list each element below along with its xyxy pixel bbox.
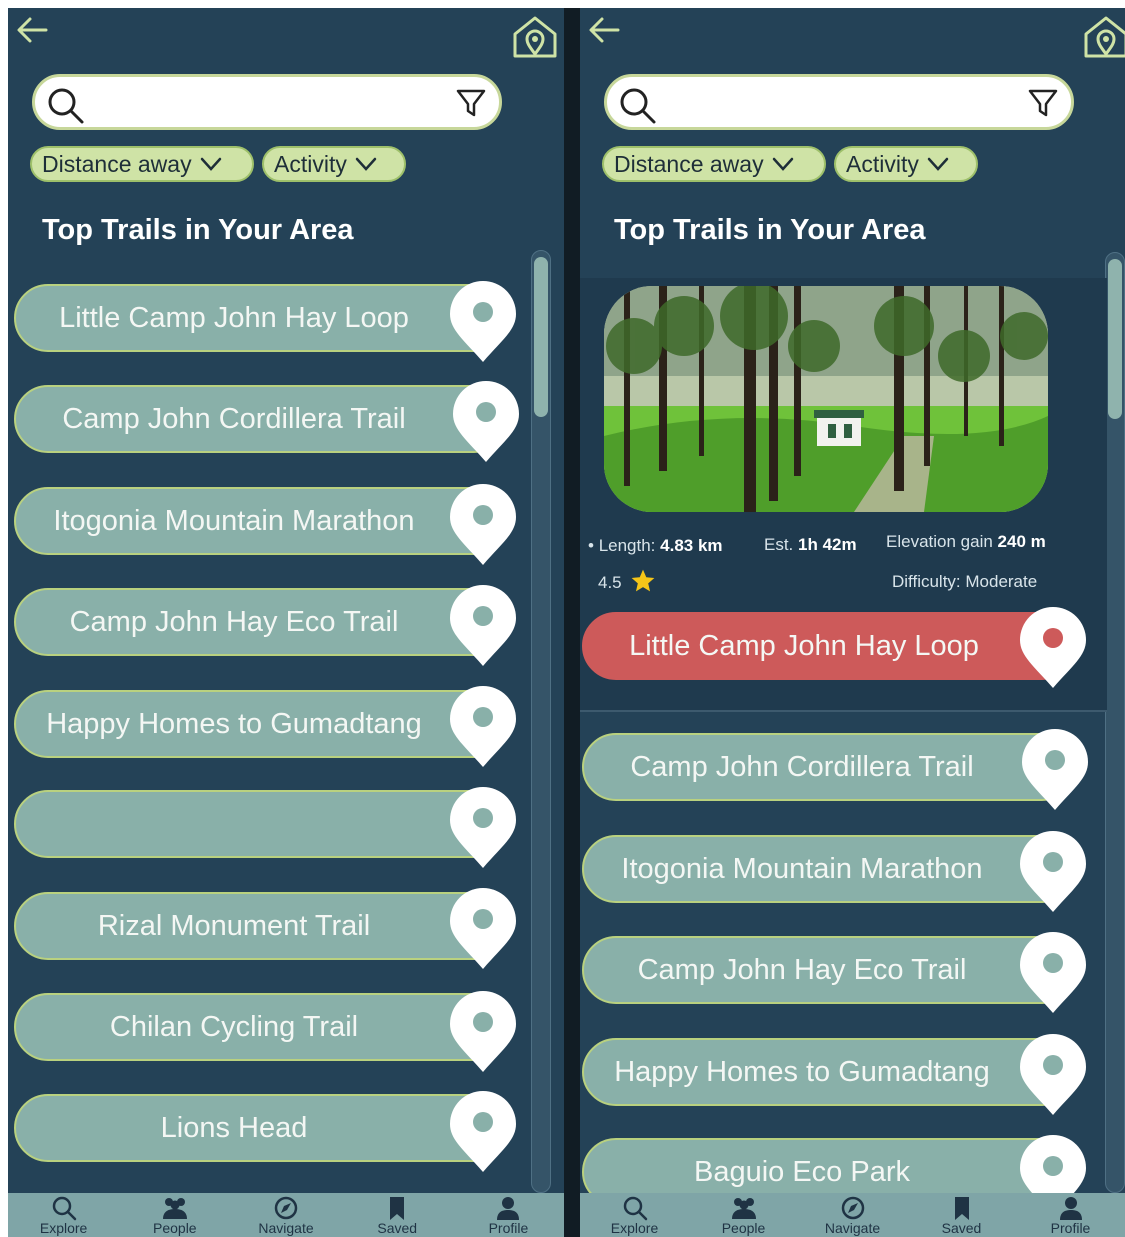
nav-label: Profile xyxy=(488,1220,529,1236)
map-pin-icon[interactable] xyxy=(1018,726,1092,812)
nav-explore[interactable]: Explore xyxy=(580,1193,689,1237)
screen-trail-list: Distance away Activity Top Trails in You… xyxy=(8,8,564,1237)
trail-item[interactable]: Camp John Hay Eco Trail xyxy=(582,936,1076,1004)
trail-name: Itogonia Mountain Marathon xyxy=(621,853,983,885)
map-pin-icon[interactable] xyxy=(446,988,520,1074)
map-pin-icon[interactable] xyxy=(446,582,520,668)
map-pin-icon[interactable] xyxy=(446,885,520,971)
trail-name: Lions Head xyxy=(160,1112,308,1144)
nav-label: Explore xyxy=(610,1220,659,1236)
trail-list: Camp John Cordillera Trail Itogonia Moun… xyxy=(580,8,1125,1237)
nav-label: Explore xyxy=(39,1220,88,1236)
profile-icon xyxy=(1059,1197,1082,1220)
trail-name: Chilan Cycling Trail xyxy=(109,1011,359,1043)
trail-name: Rizal Monument Trail xyxy=(97,910,371,942)
map-pin-icon[interactable] xyxy=(446,278,520,364)
trail-name: Camp John Hay Eco Trail xyxy=(69,606,399,638)
nav-profile[interactable]: Profile xyxy=(1016,1193,1125,1237)
map-pin-icon[interactable] xyxy=(449,378,523,464)
trail-name xyxy=(16,792,452,856)
trail-name: Camp John Hay Eco Trail xyxy=(637,954,967,986)
map-pin-icon[interactable] xyxy=(446,784,520,870)
map-pin-icon[interactable] xyxy=(446,683,520,769)
nav-explore[interactable]: Explore xyxy=(8,1193,119,1237)
nav-label: People xyxy=(721,1220,766,1236)
trail-name: Camp John Cordillera Trail xyxy=(630,751,974,783)
map-pin-icon[interactable] xyxy=(446,481,520,567)
trail-item[interactable]: Itogonia Mountain Marathon xyxy=(582,835,1076,903)
nav-label: Saved xyxy=(941,1220,982,1236)
trail-item[interactable]: Little Camp John Hay Loop xyxy=(14,284,508,352)
map-pin-icon[interactable] xyxy=(1016,1031,1090,1117)
nav-label: Navigate xyxy=(824,1220,881,1236)
bookmark-icon xyxy=(954,1197,969,1220)
trail-item[interactable]: Camp John Cordillera Trail xyxy=(582,733,1076,801)
trail-list: Little Camp John Hay Loop Camp John Cord… xyxy=(8,8,564,1237)
people-icon xyxy=(731,1198,756,1219)
trail-item[interactable]: Itogonia Mountain Marathon xyxy=(14,487,508,555)
map-pin-icon[interactable] xyxy=(1016,828,1090,914)
trail-name: Happy Homes to Gumadtang xyxy=(614,1056,990,1088)
nav-label: Profile xyxy=(1050,1220,1091,1236)
search-icon xyxy=(623,1196,647,1221)
nav-profile[interactable]: Profile xyxy=(453,1193,564,1237)
nav-label: People xyxy=(153,1220,197,1236)
nav-navigate[interactable]: Navigate xyxy=(798,1193,907,1237)
trail-name: Happy Homes to Gumadtang xyxy=(46,708,422,740)
trail-item[interactable]: Rizal Monument Trail xyxy=(14,892,508,960)
people-icon xyxy=(162,1198,187,1219)
trail-item[interactable]: Camp John Hay Eco Trail xyxy=(14,588,508,656)
nav-label: Saved xyxy=(377,1220,418,1236)
screen-trail-detail: Distance away Activity Top Trails in You… xyxy=(580,8,1125,1237)
nav-people[interactable]: People xyxy=(119,1193,230,1237)
nav-saved[interactable]: Saved xyxy=(907,1193,1016,1237)
nav-people[interactable]: People xyxy=(689,1193,798,1237)
trail-item[interactable]: Happy Homes to Gumadtang xyxy=(582,1038,1076,1106)
trail-item[interactable]: Lions Head xyxy=(14,1094,508,1162)
trail-item[interactable]: Chilan Cycling Trail xyxy=(14,993,508,1061)
bottom-nav: Explore People Navigate Saved Profile xyxy=(8,1193,564,1237)
compass-icon xyxy=(841,1196,864,1220)
map-pin-icon[interactable] xyxy=(1016,929,1090,1015)
nav-saved[interactable]: Saved xyxy=(342,1193,453,1237)
trail-item[interactable] xyxy=(14,790,508,858)
nav-navigate[interactable]: Navigate xyxy=(230,1193,341,1237)
map-pin-icon[interactable] xyxy=(446,1088,520,1174)
screen-divider xyxy=(564,8,580,1237)
trail-name: Little Camp John Hay Loop xyxy=(59,302,409,334)
compass-icon xyxy=(274,1196,298,1220)
profile-icon xyxy=(497,1197,520,1220)
trail-name: Itogonia Mountain Marathon xyxy=(53,505,415,537)
trail-name: Camp John Cordillera Trail xyxy=(62,403,406,435)
trail-item[interactable]: Happy Homes to Gumadtang xyxy=(14,690,508,758)
trail-item[interactable]: Camp John Cordillera Trail xyxy=(14,385,508,453)
bookmark-icon xyxy=(390,1197,405,1220)
search-icon xyxy=(52,1196,76,1221)
nav-label: Navigate xyxy=(258,1220,314,1236)
bottom-nav: Explore People Navigate Saved Profile xyxy=(580,1193,1125,1237)
